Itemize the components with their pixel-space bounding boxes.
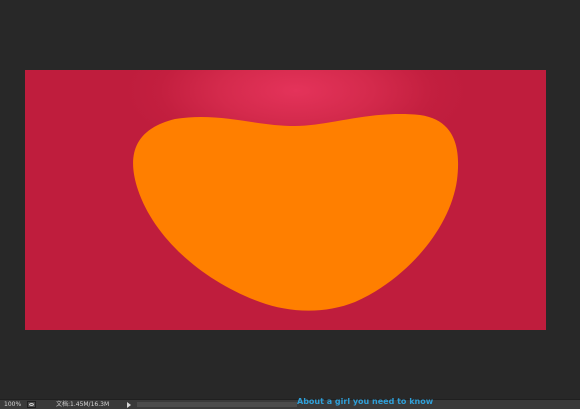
document-canvas[interactable] <box>25 70 546 330</box>
status-bar: 100% 文档:1.45M/16.3M <box>0 399 580 409</box>
horizontal-scrollbar[interactable] <box>137 402 297 407</box>
zoom-options-icon[interactable] <box>27 401 36 408</box>
canvas-artwork <box>133 114 459 311</box>
photoshop-workspace: 100% 文档:1.45M/16.3M About a girl you nee… <box>0 0 580 409</box>
eye-icon <box>29 403 34 406</box>
watermark-text: About a girl you need to know <box>297 397 434 406</box>
document-size-info: 文档:1.45M/16.3M <box>56 401 110 408</box>
zoom-level[interactable]: 100% <box>4 401 21 409</box>
triangle-right-icon[interactable] <box>127 402 131 408</box>
orange-bean-shape[interactable] <box>133 114 459 311</box>
